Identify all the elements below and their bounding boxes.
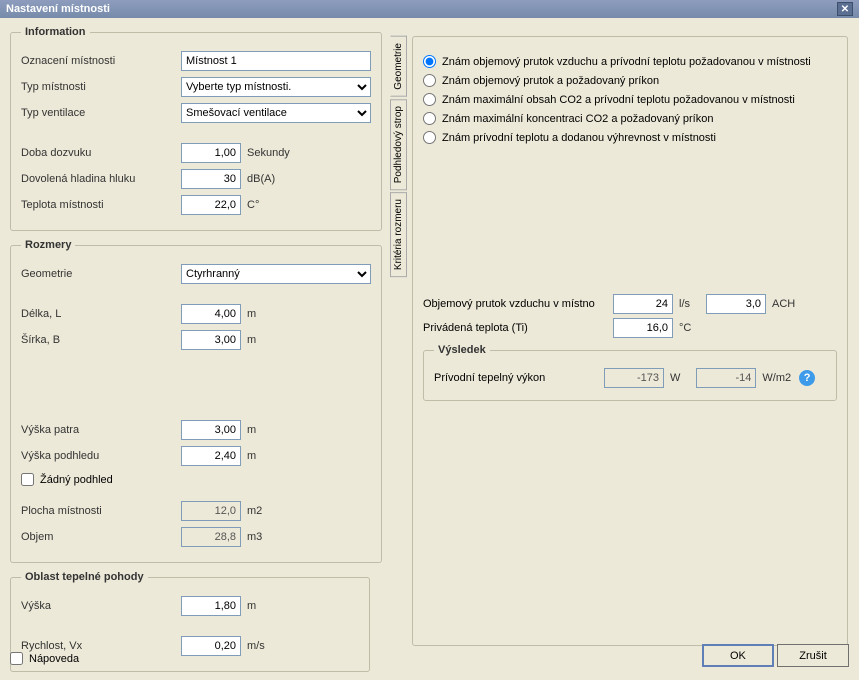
- comfort-height-label: Výška: [21, 600, 181, 612]
- result-legend: Výsledek: [434, 344, 490, 356]
- no-ceiling-label: Žádný podhled: [40, 474, 113, 486]
- radio-flow-temp-label: Znám objemový prutok vzduchu a prívodní …: [442, 56, 811, 68]
- area-output: [181, 501, 241, 521]
- room-temp-unit: C°: [247, 199, 259, 211]
- ok-button[interactable]: OK: [702, 644, 774, 667]
- volume-output: [181, 527, 241, 547]
- geometry-label: Geometrie: [21, 268, 181, 280]
- radio-flow-power[interactable]: [423, 74, 436, 87]
- ventilation-type-label: Typ ventilace: [21, 107, 181, 119]
- radio-temp-heat[interactable]: [423, 131, 436, 144]
- ceiling-height-unit: m: [247, 450, 256, 462]
- floor-height-unit: m: [247, 424, 256, 436]
- right-column: Znám objemový prutok vzduchu a prívodní …: [390, 36, 848, 646]
- floor-height-input[interactable]: [181, 420, 241, 440]
- room-designation-label: Oznacení místnosti: [21, 55, 181, 67]
- reverb-input[interactable]: [181, 143, 241, 163]
- width-input[interactable]: [181, 330, 241, 350]
- title-bar: Nastavení místnosti ✕: [0, 0, 859, 18]
- floor-height-label: Výška patra: [21, 424, 181, 436]
- noise-unit: dB(A): [247, 173, 275, 185]
- length-unit: m: [247, 308, 256, 320]
- comfort-height-input[interactable]: [181, 596, 241, 616]
- supply-temp-unit: °C: [679, 322, 691, 334]
- radio-co2-temp[interactable]: [423, 93, 436, 106]
- criteria-panel: Znám objemový prutok vzduchu a prívodní …: [412, 36, 848, 646]
- airflow-ls-unit: l/s: [679, 298, 690, 310]
- close-icon[interactable]: ✕: [837, 2, 853, 16]
- airflow-ls-input[interactable]: [613, 294, 673, 314]
- radio-temp-heat-label: Znám prívodní teplotu a dodanou výhrevno…: [442, 132, 716, 144]
- noise-input[interactable]: [181, 169, 241, 189]
- length-input[interactable]: [181, 304, 241, 324]
- reverb-label: Doba dozvuku: [21, 147, 181, 159]
- supply-temp-label: Privádená teplota (Ti): [423, 322, 613, 334]
- comfort-height-unit: m: [247, 600, 256, 612]
- bottom-bar: Nápoveda OK Zrušit: [10, 644, 849, 667]
- help-icon[interactable]: ?: [799, 370, 815, 386]
- room-temp-input[interactable]: [181, 195, 241, 215]
- room-designation-input[interactable]: [181, 51, 371, 71]
- length-label: Délka, L: [21, 308, 181, 320]
- heat-output-label: Prívodní tepelný výkon: [434, 372, 604, 384]
- heat-output-w: [604, 368, 664, 388]
- geometry-select[interactable]: Ctyrhranný: [181, 264, 371, 284]
- help-checkbox[interactable]: [10, 652, 23, 665]
- width-unit: m: [247, 334, 256, 346]
- information-group: Information Oznacení místnosti Typ místn…: [10, 26, 382, 231]
- radio-co2-power-label: Znám maximální koncentraci CO2 a požadov…: [442, 113, 713, 125]
- room-type-select[interactable]: Vyberte typ místnosti.: [181, 77, 371, 97]
- radio-co2-temp-label: Znám maximální obsah CO2 a prívodní tepl…: [442, 94, 795, 106]
- room-type-label: Typ místnosti: [21, 81, 181, 93]
- dimensions-group: Rozmery Geometrie Ctyrhranný Délka, L m …: [10, 239, 382, 563]
- ceiling-height-input[interactable]: [181, 446, 241, 466]
- width-label: Šírka, B: [21, 334, 181, 346]
- left-column: Information Oznacení místnosti Typ místn…: [10, 26, 370, 680]
- help-checkbox-label: Nápoveda: [29, 653, 79, 665]
- volume-unit: m3: [247, 531, 262, 543]
- cancel-button[interactable]: Zrušit: [777, 644, 849, 667]
- no-ceiling-checkbox[interactable]: [21, 473, 34, 486]
- room-temp-label: Teplota místnosti: [21, 199, 181, 211]
- reverb-unit: Sekundy: [247, 147, 290, 159]
- airflow-ach-unit: ACH: [772, 298, 795, 310]
- area-label: Plocha místnosti: [21, 505, 181, 517]
- airflow-ach-input[interactable]: [706, 294, 766, 314]
- heat-output-wm2: [696, 368, 756, 388]
- area-unit: m2: [247, 505, 262, 517]
- radio-co2-power[interactable]: [423, 112, 436, 125]
- dialog-body: Information Oznacení místnosti Typ místn…: [0, 18, 859, 677]
- noise-label: Dovolená hladina hluku: [21, 173, 181, 185]
- ceiling-height-label: Výška podhledu: [21, 450, 181, 462]
- radio-flow-temp[interactable]: [423, 55, 436, 68]
- window-title: Nastavení místnosti: [6, 3, 110, 15]
- volume-label: Objem: [21, 531, 181, 543]
- dimensions-legend: Rozmery: [21, 239, 75, 251]
- result-group: Výsledek Prívodní tepelný výkon W W/m2 ?: [423, 344, 837, 401]
- information-legend: Information: [21, 26, 90, 38]
- ventilation-type-select[interactable]: Smešovací ventilace: [181, 103, 371, 123]
- airflow-label: Objemový prutok vzduchu v místno: [423, 298, 613, 310]
- radio-flow-power-label: Znám objemový prutok a požadovaný príkon: [442, 75, 659, 87]
- comfort-legend: Oblast tepelné pohody: [21, 571, 148, 583]
- heat-output-w-unit: W: [670, 372, 680, 384]
- supply-temp-input[interactable]: [613, 318, 673, 338]
- heat-output-wm2-unit: W/m2: [762, 372, 791, 384]
